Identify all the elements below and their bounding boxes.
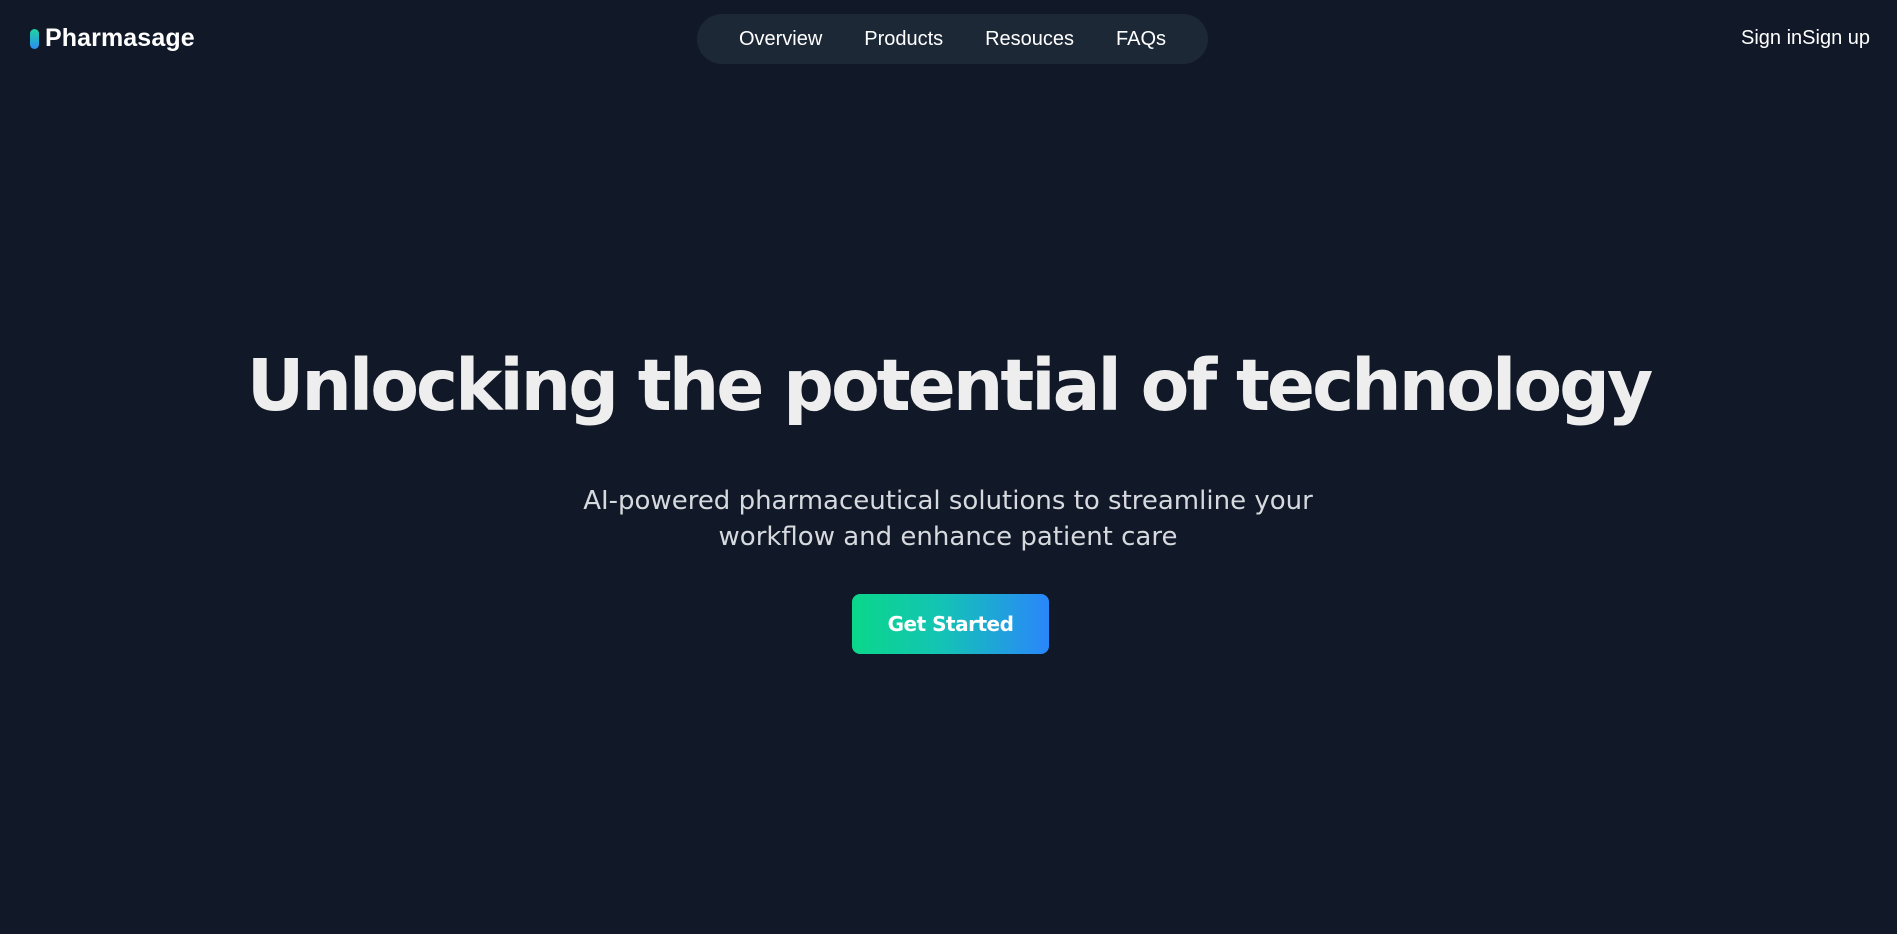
brand-logo[interactable]: Pharmasage	[30, 24, 195, 53]
hero-subtitle: AI-powered pharmaceutical solutions to s…	[583, 486, 1313, 552]
sign-in-link[interactable]: Sign in	[1741, 27, 1802, 50]
auth-links: Sign in Sign up	[1741, 27, 1870, 50]
nav-item-products[interactable]: Products	[864, 28, 943, 51]
nav-item-resources[interactable]: Resouces	[985, 28, 1074, 51]
get-started-button[interactable]: Get Started	[852, 594, 1049, 654]
brand-name: Pharmasage	[45, 24, 195, 52]
pill-icon	[30, 28, 39, 49]
hero-title: Unlocking the potential of technology	[246, 344, 1654, 427]
nav-item-overview[interactable]: Overview	[739, 28, 822, 51]
nav-item-faqs[interactable]: FAQs	[1116, 28, 1166, 51]
main-nav: Overview Products Resouces FAQs	[697, 14, 1208, 64]
sign-up-link[interactable]: Sign up	[1802, 27, 1870, 50]
landing-page: Pharmasage Overview Products Resouces FA…	[0, 0, 1897, 934]
